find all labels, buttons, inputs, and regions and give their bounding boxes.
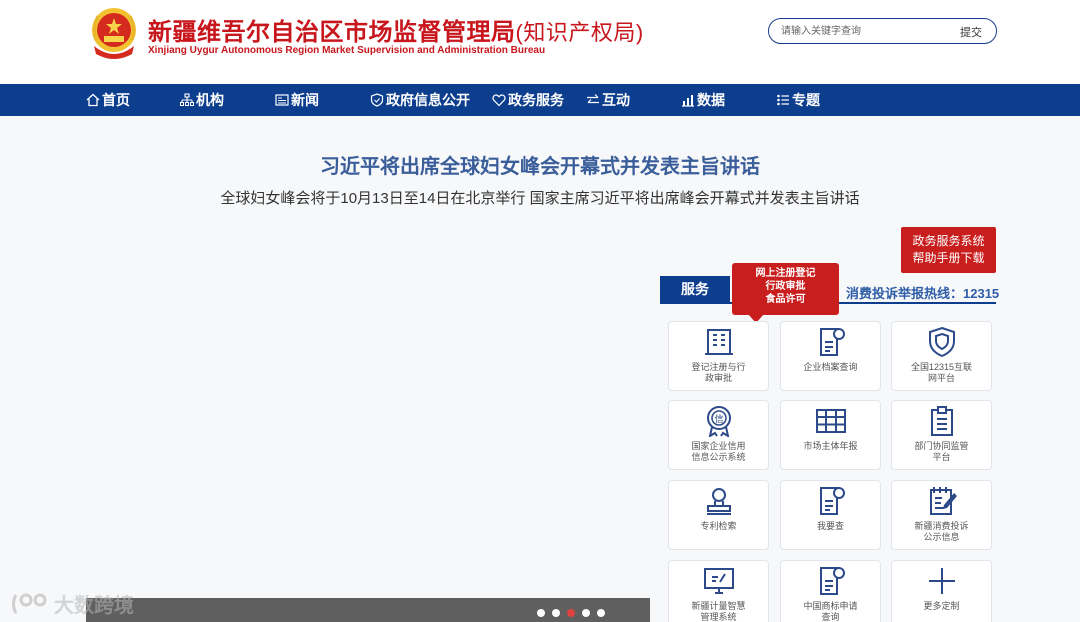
tile-label: 企业档案查询 — [803, 362, 858, 372]
tile-label: 专利检索 — [700, 521, 737, 531]
carousel-dot[interactable] — [537, 609, 545, 617]
tile-label: 国家企业信用 信息公示系统 — [691, 441, 746, 462]
watermark: 大数跨境 — [10, 589, 134, 618]
nav-item-label: 首页 — [102, 92, 130, 108]
watermark-logo-icon — [12, 593, 47, 614]
building-icon — [705, 329, 733, 355]
tile-label: 全国12315互联 网平台 — [910, 362, 973, 383]
tile-label: 中国商标申请 查询 — [803, 601, 858, 622]
home-icon — [86, 93, 100, 107]
popup-line-3: 食品许可 — [765, 294, 806, 305]
shield-icon — [929, 326, 955, 358]
service-tile-credit-info[interactable]: 信 国家企业信用 信息公示系统 — [668, 400, 769, 470]
clipboard-icon — [931, 406, 953, 436]
carousel-dot[interactable] — [552, 609, 560, 617]
tile-label: 新疆计量智慧 管理系统 — [691, 601, 746, 622]
main-nav: 首页 机构 新闻 政府信息公开 政务服务 互动 数据 专题 — [0, 84, 1080, 116]
search-box: 提交 — [768, 18, 997, 44]
edit-document-icon — [930, 487, 957, 515]
svg-text:信: 信 — [714, 413, 723, 425]
service-tile-i-want-check[interactable]: 我要查 — [780, 480, 881, 550]
tile-label: 我要查 — [816, 521, 844, 531]
document-search-icon — [820, 328, 845, 356]
tile-label: 新疆消费投诉 公示信息 — [914, 521, 969, 542]
service-tile-12315-platform[interactable]: 全国12315互联 网平台 — [891, 321, 992, 391]
service-tile-more-custom[interactable]: 更多定制 — [891, 560, 992, 622]
help-line-1: 政务服务系统 — [912, 234, 985, 248]
nav-item-home[interactable]: 首页 — [86, 84, 130, 116]
service-tab[interactable]: 服务 — [660, 276, 730, 303]
nav-item-org[interactable]: 机构 — [180, 84, 224, 116]
document-search-icon — [820, 487, 845, 515]
carousel-dot[interactable] — [597, 609, 605, 617]
carousel-dot[interactable] — [582, 609, 590, 617]
nav-item-label: 政务服务 — [508, 92, 564, 108]
service-tile-patent-search[interactable]: 专利检索 — [668, 480, 769, 550]
popup-line-1: 网上注册登记 — [755, 268, 816, 279]
service-tile-metrology[interactable]: 新疆计量智慧 管理系统 — [668, 560, 769, 622]
credit-badge-icon: 信 — [707, 406, 731, 437]
site-title-suffix: (知识产权局) — [515, 20, 644, 45]
document-search-icon — [820, 567, 845, 595]
site-header: 新疆维吾尔自治区市场监督管理局(知识产权局) Xinjiang Uygur Au… — [0, 0, 1080, 84]
service-tile-annual-report[interactable]: 市场主体年报 — [780, 400, 881, 470]
nav-item-label: 政府信息公开 — [386, 92, 470, 108]
tile-label: 登记注册与行 政审批 — [691, 362, 746, 383]
service-tile-consumer-complaint[interactable]: 新疆消费投诉 公示信息 — [891, 480, 992, 550]
nav-item-label: 新闻 — [291, 92, 319, 108]
service-tile-enterprise-archive[interactable]: 企业档案查询 — [780, 321, 881, 391]
nav-item-label: 数据 — [697, 92, 725, 108]
search-input[interactable] — [781, 23, 941, 39]
site-title-main: 新疆维吾尔自治区市场监督管理局 — [148, 19, 516, 46]
carousel-dot-active[interactable] — [567, 609, 575, 617]
nav-item-data[interactable]: 数据 — [681, 84, 725, 116]
search-submit-button[interactable]: 提交 — [960, 24, 982, 40]
nav-item-news[interactable]: 新闻 — [275, 84, 319, 116]
heart-icon — [492, 94, 506, 107]
list-icon — [777, 94, 789, 106]
monitor-icon — [704, 568, 734, 594]
shield-icon — [370, 93, 384, 107]
headline-title[interactable]: 习近平将出席全球妇女峰会开幕式并发表主旨讲话 — [0, 150, 1080, 179]
site-subtitle-en: Xinjiang Uygur Autonomous Region Market … — [148, 45, 546, 56]
table-icon — [816, 409, 846, 433]
tile-label: 部门协同监管 平台 — [914, 441, 969, 462]
service-tile-registration[interactable]: 登记注册与行 政审批 — [668, 321, 769, 391]
complaint-hotline: 消费投诉举报热线：12315 — [846, 286, 1000, 301]
nav-item-label: 专题 — [792, 92, 820, 108]
service-tile-joint-supervision[interactable]: 部门协同监管 平台 — [891, 400, 992, 470]
nav-item-topic[interactable]: 专题 — [776, 84, 820, 116]
nav-item-interact[interactable]: 互动 — [586, 84, 630, 116]
tile-label: 市场主体年报 — [803, 441, 858, 451]
tile-label: 更多定制 — [923, 601, 960, 611]
exchange-icon — [587, 94, 599, 104]
headline-summary: 全球妇女峰会将于10月13日至14日在北京举行 国家主席习近平将出席峰会开幕式并… — [220, 190, 860, 207]
nav-item-label: 互动 — [602, 92, 630, 108]
help-line-2: 帮助手册下载 — [912, 251, 985, 265]
user-stamp-icon — [707, 488, 731, 515]
national-emblem-icon[interactable] — [88, 6, 140, 62]
popup-line-2: 行政审批 — [765, 281, 806, 292]
carousel-caption-bar — [86, 598, 650, 622]
plus-icon — [929, 568, 955, 594]
watermark-text: 大数跨境 — [54, 595, 134, 617]
news-icon — [275, 94, 289, 106]
chart-icon — [682, 95, 694, 107]
service-tile-trademark-query[interactable]: 中国商标申请 查询 — [780, 560, 881, 622]
nav-item-gov-service[interactable]: 政务服务 — [492, 84, 564, 116]
service-popup-callout[interactable]: 网上注册登记 行政审批 食品许可 — [732, 263, 839, 323]
site-title[interactable]: 新疆维吾尔自治区市场监督管理局(知识产权局) — [148, 12, 644, 47]
nav-item-label: 机构 — [196, 92, 224, 108]
org-chart-icon — [180, 93, 194, 106]
nav-item-gov-info[interactable]: 政府信息公开 — [370, 84, 470, 116]
help-manual-download-button[interactable]: 政务服务系统 帮助手册下载 — [901, 227, 996, 273]
